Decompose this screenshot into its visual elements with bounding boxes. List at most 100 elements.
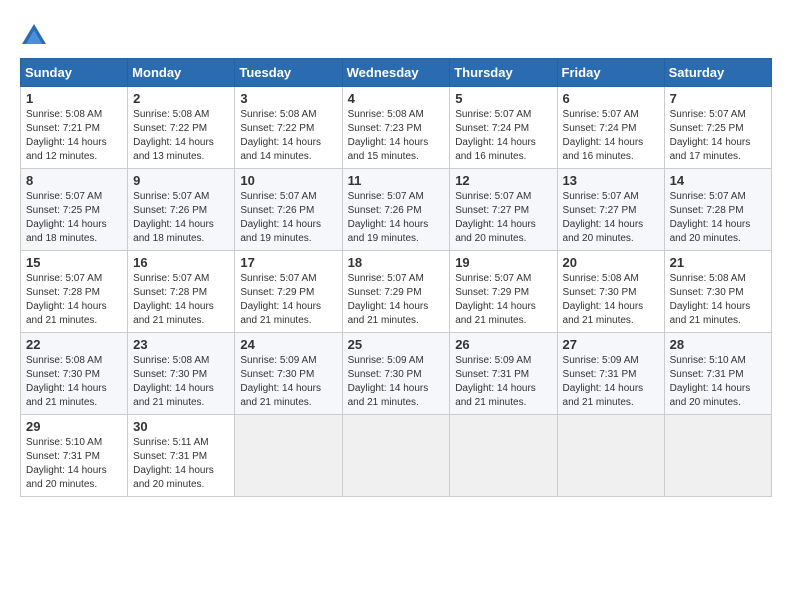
day-info: Sunrise: 5:07 AMSunset: 7:26 PMDaylight:… <box>133 190 229 246</box>
weekday-header-row: SundayMondayTuesdayWednesdayThursdayFrid… <box>21 59 772 87</box>
calendar-cell: 14 Sunrise: 5:07 AMSunset: 7:28 PMDayligh… <box>664 169 771 251</box>
day-info: Sunrise: 5:08 AMSunset: 7:22 PMDaylight:… <box>240 108 336 164</box>
day-number: 26 <box>455 337 551 352</box>
day-number: 20 <box>563 255 659 270</box>
logo-icon <box>20 20 48 48</box>
calendar-cell: 13 Sunrise: 5:07 AMSunset: 7:27 PMDayligh… <box>557 169 664 251</box>
day-info: Sunrise: 5:09 AMSunset: 7:30 PMDaylight:… <box>348 354 445 410</box>
day-number: 9 <box>133 173 229 188</box>
weekday-header-wednesday: Wednesday <box>342 59 450 87</box>
weekday-header-monday: Monday <box>128 59 235 87</box>
day-info: Sunrise: 5:09 AMSunset: 7:30 PMDaylight:… <box>240 354 336 410</box>
day-info: Sunrise: 5:07 AMSunset: 7:25 PMDaylight:… <box>670 108 766 164</box>
calendar-cell <box>450 415 557 497</box>
day-info: Sunrise: 5:07 AMSunset: 7:27 PMDaylight:… <box>455 190 551 246</box>
day-info: Sunrise: 5:07 AMSunset: 7:29 PMDaylight:… <box>348 272 445 328</box>
day-info: Sunrise: 5:10 AMSunset: 7:31 PMDaylight:… <box>670 354 766 410</box>
day-info: Sunrise: 5:08 AMSunset: 7:30 PMDaylight:… <box>670 272 766 328</box>
calendar-cell: 2Sunrise: 5:08 AMSunset: 7:22 PMDaylight… <box>128 87 235 169</box>
calendar-cell <box>235 415 342 497</box>
calendar-cell: 5 Sunrise: 5:07 AMSunset: 7:24 PMDaylight… <box>450 87 557 169</box>
calendar-cell: 6 Sunrise: 5:07 AMSunset: 7:24 PMDaylight… <box>557 87 664 169</box>
calendar-cell: 16Sunrise: 5:07 AMSunset: 7:28 PMDayligh… <box>128 251 235 333</box>
calendar-cell: 3 Sunrise: 5:08 AMSunset: 7:22 PMDaylight… <box>235 87 342 169</box>
day-number: 6 <box>563 91 659 106</box>
day-info: Sunrise: 5:07 AMSunset: 7:28 PMDaylight:… <box>26 272 122 328</box>
weekday-header-friday: Friday <box>557 59 664 87</box>
day-info: Sunrise: 5:07 AMSunset: 7:24 PMDaylight:… <box>563 108 659 164</box>
day-info: Sunrise: 5:11 AMSunset: 7:31 PMDaylight:… <box>133 436 229 492</box>
day-info: Sunrise: 5:09 AMSunset: 7:31 PMDaylight:… <box>563 354 659 410</box>
calendar-cell <box>342 415 450 497</box>
day-number: 13 <box>563 173 659 188</box>
day-number: 14 <box>670 173 766 188</box>
day-number: 25 <box>348 337 445 352</box>
day-number: 18 <box>348 255 445 270</box>
calendar-cell: 20 Sunrise: 5:08 AMSunset: 7:30 PMDayligh… <box>557 251 664 333</box>
calendar-cell: 30 Sunrise: 5:11 AMSunset: 7:31 PMDayligh… <box>128 415 235 497</box>
day-number: 11 <box>348 173 445 188</box>
calendar-cell: 26 Sunrise: 5:09 AMSunset: 7:31 PMDayligh… <box>450 333 557 415</box>
day-info: Sunrise: 5:10 AMSunset: 7:31 PMDaylight:… <box>26 436 122 492</box>
day-info: Sunrise: 5:07 AMSunset: 7:29 PMDaylight:… <box>240 272 336 328</box>
day-number: 15 <box>26 255 122 270</box>
calendar-cell: 15 Sunrise: 5:07 AMSunset: 7:28 PMDayligh… <box>21 251 128 333</box>
day-info: Sunrise: 5:07 AMSunset: 7:28 PMDaylight:… <box>670 190 766 246</box>
calendar-cell: 24 Sunrise: 5:09 AMSunset: 7:30 PMDayligh… <box>235 333 342 415</box>
day-info: Sunrise: 5:07 AMSunset: 7:26 PMDaylight:… <box>240 190 336 246</box>
calendar-week-row: 1 Sunrise: 5:08 AMSunset: 7:21 PMDaylight… <box>21 87 772 169</box>
day-number: 28 <box>670 337 766 352</box>
logo <box>20 20 52 48</box>
day-info: Sunrise: 5:08 AMSunset: 7:30 PMDaylight:… <box>133 354 229 410</box>
day-number: 3 <box>240 91 336 106</box>
weekday-header-saturday: Saturday <box>664 59 771 87</box>
day-number: 21 <box>670 255 766 270</box>
calendar-cell: 27 Sunrise: 5:09 AMSunset: 7:31 PMDayligh… <box>557 333 664 415</box>
day-number: 8 <box>26 173 122 188</box>
day-info: Sunrise: 5:07 AMSunset: 7:24 PMDaylight:… <box>455 108 551 164</box>
calendar-cell: 23 Sunrise: 5:08 AMSunset: 7:30 PMDayligh… <box>128 333 235 415</box>
day-number: 24 <box>240 337 336 352</box>
calendar-cell: 12 Sunrise: 5:07 AMSunset: 7:27 PMDayligh… <box>450 169 557 251</box>
day-info: Sunrise: 5:08 AMSunset: 7:30 PMDaylight:… <box>563 272 659 328</box>
calendar-cell: 29 Sunrise: 5:10 AMSunset: 7:31 PMDayligh… <box>21 415 128 497</box>
day-number: 23 <box>133 337 229 352</box>
day-info: Sunrise: 5:07 AMSunset: 7:27 PMDaylight:… <box>563 190 659 246</box>
day-info: Sunrise: 5:07 AMSunset: 7:28 PMDaylight:… <box>133 272 229 328</box>
calendar-week-row: 22 Sunrise: 5:08 AMSunset: 7:30 PMDayligh… <box>21 333 772 415</box>
calendar-cell: 22 Sunrise: 5:08 AMSunset: 7:30 PMDayligh… <box>21 333 128 415</box>
day-number: 12 <box>455 173 551 188</box>
calendar-cell: 17 Sunrise: 5:07 AMSunset: 7:29 PMDayligh… <box>235 251 342 333</box>
weekday-header-sunday: Sunday <box>21 59 128 87</box>
calendar-cell: 7 Sunrise: 5:07 AMSunset: 7:25 PMDaylight… <box>664 87 771 169</box>
calendar-week-row: 8 Sunrise: 5:07 AMSunset: 7:25 PMDaylight… <box>21 169 772 251</box>
day-number: 10 <box>240 173 336 188</box>
day-number: 29 <box>26 419 122 434</box>
calendar-table: SundayMondayTuesdayWednesdayThursdayFrid… <box>20 58 772 497</box>
calendar-cell <box>557 415 664 497</box>
weekday-header-tuesday: Tuesday <box>235 59 342 87</box>
day-number: 1 <box>26 91 122 106</box>
day-number: 7 <box>670 91 766 106</box>
day-number: 17 <box>240 255 336 270</box>
day-info: Sunrise: 5:08 AMSunset: 7:30 PMDaylight:… <box>26 354 122 410</box>
calendar-cell: 1 Sunrise: 5:08 AMSunset: 7:21 PMDaylight… <box>21 87 128 169</box>
day-number: 19 <box>455 255 551 270</box>
day-number: 30 <box>133 419 229 434</box>
calendar-cell: 28 Sunrise: 5:10 AMSunset: 7:31 PMDayligh… <box>664 333 771 415</box>
day-info: Sunrise: 5:08 AMSunset: 7:23 PMDaylight:… <box>348 108 445 164</box>
day-info: Sunrise: 5:08 AMSunset: 7:22 PMDaylight:… <box>133 108 229 164</box>
day-number: 27 <box>563 337 659 352</box>
calendar-cell: 19Sunrise: 5:07 AMSunset: 7:29 PMDayligh… <box>450 251 557 333</box>
day-number: 5 <box>455 91 551 106</box>
day-number: 22 <box>26 337 122 352</box>
calendar-week-row: 15 Sunrise: 5:07 AMSunset: 7:28 PMDayligh… <box>21 251 772 333</box>
page-header <box>20 20 772 48</box>
calendar-week-row: 29 Sunrise: 5:10 AMSunset: 7:31 PMDayligh… <box>21 415 772 497</box>
day-info: Sunrise: 5:07 AMSunset: 7:25 PMDaylight:… <box>26 190 122 246</box>
calendar-cell: 21 Sunrise: 5:08 AMSunset: 7:30 PMDayligh… <box>664 251 771 333</box>
day-info: Sunrise: 5:08 AMSunset: 7:21 PMDaylight:… <box>26 108 122 164</box>
calendar-cell: 9 Sunrise: 5:07 AMSunset: 7:26 PMDaylight… <box>128 169 235 251</box>
day-info: Sunrise: 5:09 AMSunset: 7:31 PMDaylight:… <box>455 354 551 410</box>
day-info: Sunrise: 5:07 AMSunset: 7:26 PMDaylight:… <box>348 190 445 246</box>
